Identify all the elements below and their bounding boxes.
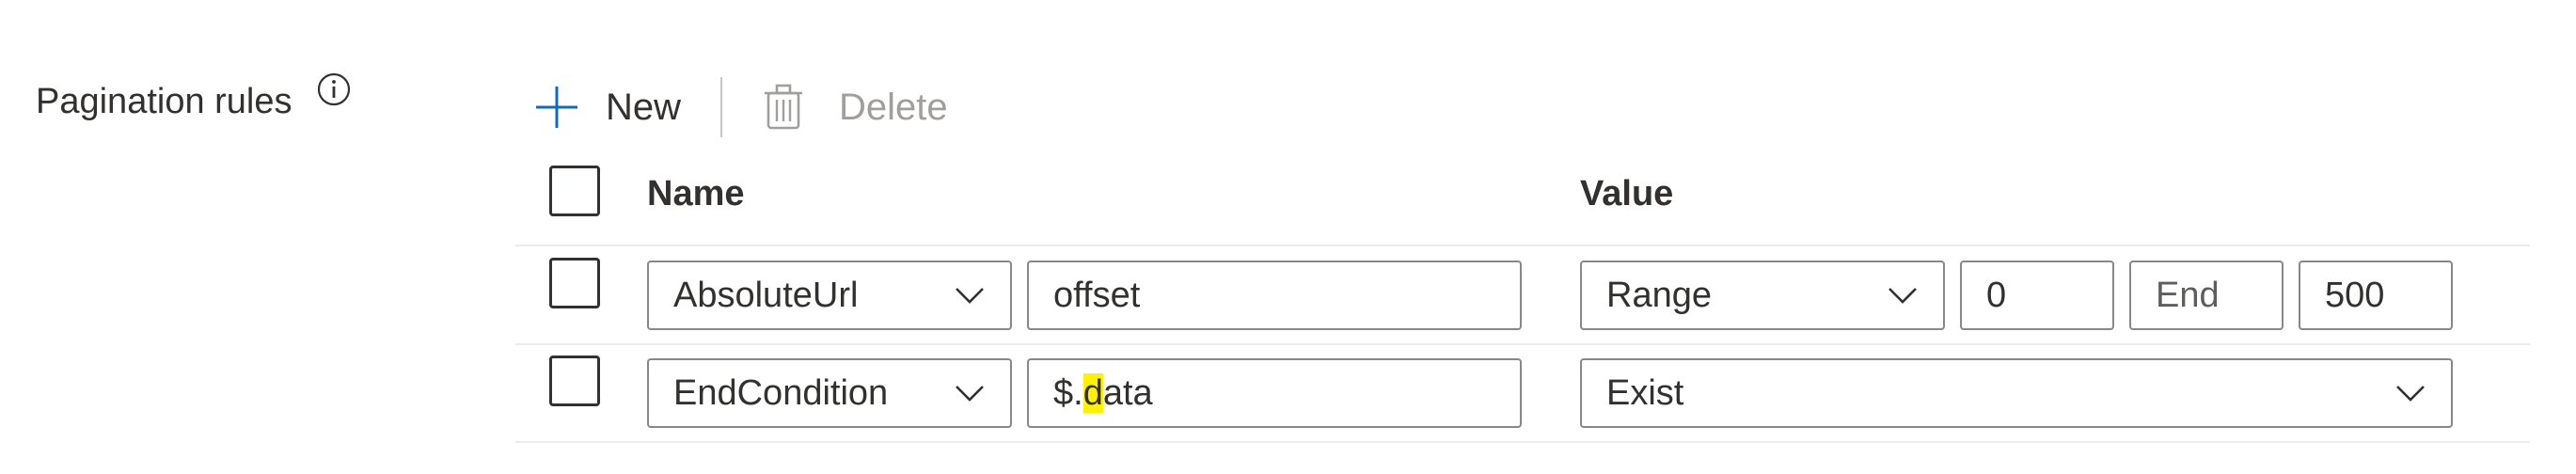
row-1-checkbox[interactable] bbox=[549, 258, 600, 308]
search-highlight: d bbox=[1083, 372, 1103, 413]
chevron-down-icon bbox=[956, 386, 984, 402]
row-1-name-value-text: offset bbox=[1053, 275, 1141, 315]
row-2-checkbox[interactable] bbox=[549, 356, 600, 406]
delete-button-label: Delete bbox=[839, 87, 948, 128]
delete-button[interactable]: Delete bbox=[764, 79, 948, 135]
pagination-rules-label: Pagination rules bbox=[36, 82, 292, 121]
chevron-down-icon bbox=[1889, 288, 1917, 304]
new-button-label: New bbox=[606, 87, 682, 128]
row-1-range-end-placeholder: End bbox=[2156, 275, 2220, 315]
row-1-name-type-value: AbsoluteUrl bbox=[673, 275, 859, 315]
row-2-name-type-dropdown[interactable]: EndCondition bbox=[647, 358, 1012, 428]
row-divider bbox=[515, 441, 2530, 443]
row-1-range-step-input[interactable]: 500 bbox=[2299, 261, 2453, 330]
value-column-header: Value bbox=[1580, 174, 1674, 213]
row-1-range-start-text: 0 bbox=[1986, 275, 2007, 315]
toolbar-divider bbox=[720, 77, 722, 137]
row-1-name-value-input[interactable]: offset bbox=[1027, 261, 1522, 330]
row-2-name-value-prefix: $. bbox=[1053, 372, 1083, 413]
row-1-range-step-text: 500 bbox=[2325, 275, 2385, 315]
row-2-name-type-value: EndCondition bbox=[673, 372, 889, 413]
row-2-name-value-input[interactable]: $.data bbox=[1027, 358, 1522, 428]
plus-icon bbox=[536, 87, 577, 128]
select-all-checkbox[interactable] bbox=[549, 166, 600, 216]
row-1-value-type-dropdown[interactable]: Range bbox=[1580, 261, 1945, 330]
row-1-name-type-dropdown[interactable]: AbsoluteUrl bbox=[647, 261, 1012, 330]
row-divider bbox=[515, 245, 2530, 246]
row-divider bbox=[515, 343, 2530, 345]
row-2-name-value-text: $.data bbox=[1053, 372, 1153, 414]
row-2-value-type-value: Exist bbox=[1606, 372, 1684, 413]
row-1-value-type-value: Range bbox=[1606, 275, 1712, 315]
chevron-down-icon bbox=[956, 288, 984, 304]
trash-icon bbox=[765, 84, 802, 130]
row-1-range-start-input[interactable]: 0 bbox=[1960, 261, 2114, 330]
row-1-range-end-input[interactable]: End bbox=[2129, 261, 2284, 330]
chevron-down-icon bbox=[2396, 386, 2425, 402]
name-column-header: Name bbox=[647, 174, 745, 213]
new-button[interactable]: New bbox=[532, 79, 681, 135]
info-icon[interactable] bbox=[316, 71, 352, 107]
row-2-value-type-dropdown[interactable]: Exist bbox=[1580, 358, 2453, 428]
row-2-name-value-suffix: ata bbox=[1102, 372, 1153, 413]
